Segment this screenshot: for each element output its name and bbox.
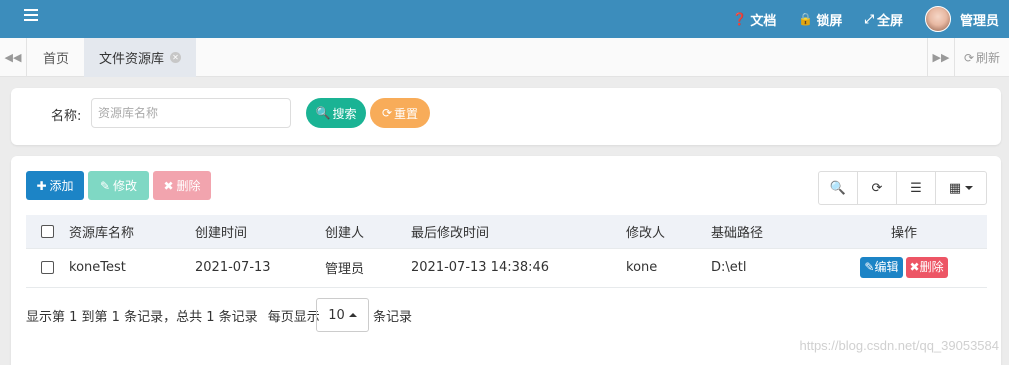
tab-file-repository[interactable]: 文件资源库 ✕ [84,38,197,77]
column-header[interactable]: 创建时间 [195,215,325,248]
fullscreen-label: 全屏 [876,13,903,29]
page-size-value: 10 [328,307,345,323]
cell-path: D:\etl [711,247,821,288]
edit-icon: ✎ [864,260,875,274]
docs-label: 文档 [750,13,777,29]
select-all-checkbox[interactable] [41,224,54,238]
cell-modified: 2021-07-13 14:38:46 [411,247,626,288]
close-icon: ✖ [909,260,920,274]
per-page-suffix: 条记录 [373,310,413,325]
scroll-left-button[interactable]: ◀◀ [0,38,27,77]
column-header[interactable]: 最后修改时间 [411,215,626,248]
refresh-icon: ⟳ [381,106,393,120]
scroll-right-button[interactable]: ▶▶ [927,38,954,77]
cell-actions: ✎编辑 ✖删除 [821,247,987,288]
tab-bar: ◀◀ 首页 文件资源库 ✕ ▶▶ ⟳ 刷新 [0,38,1009,77]
cell-name: koneTest [69,247,195,288]
plus-icon: ✚ [36,178,47,193]
question-circle-icon: ❓ [732,12,748,26]
pagination-summary: 显示第 1 到第 1 条记录，总共 1 条记录 [26,310,258,325]
user-name: 管理员 [959,13,999,29]
tab-home-label: 首页 [43,52,70,67]
per-page-prefix: 每页显示 [267,310,320,325]
search-button[interactable]: 🔍 搜索 [306,98,366,128]
refresh-table-button[interactable]: ⟳ [858,172,897,204]
cell-creator: 管理员 [325,247,411,288]
row-delete-label: 删除 [919,260,944,274]
edit-icon: ✎ [99,178,111,193]
cell-modifier: kone [626,247,711,288]
column-header[interactable]: 创建人 [325,215,411,248]
search-button-label: 搜索 [332,106,357,121]
toggle-search-button[interactable]: 🔍 [819,172,858,204]
grid-icon: ▦ [948,180,962,196]
lock-icon: 🔒 [798,12,814,26]
table-tools: 🔍 ⟳ ☰ ▦ [818,171,987,205]
column-header[interactable]: 基础路径 [711,215,821,248]
expand-icon: ⤢ [864,11,874,26]
refresh-label: 刷新 [976,51,1001,65]
tab-list: 首页 文件资源库 ✕ [28,38,197,77]
table-panel: ✚ 添加 ✎ 修改 ✖ 删除 🔍 ⟳ ☰ ▦ 资源库名称 创建时间 创建人 最后… [11,156,1001,365]
refresh-tab-button[interactable]: ⟳ 刷新 [954,38,1009,77]
close-icon[interactable]: ✕ [170,52,182,63]
toggle-view-button[interactable]: ☰ [897,172,936,204]
docs-link[interactable]: ❓ 文档 [732,10,776,29]
menu-toggle-icon[interactable] [24,9,38,23]
edit-button[interactable]: ✎ 修改 [88,171,149,200]
fullscreen-link[interactable]: ⤢ 全屏 [864,10,903,29]
watermark: https://blog.csdn.net/qq_39053584 [799,338,1000,353]
table-row[interactable]: koneTest 2021-07-13 管理员 2021-07-13 14:38… [26,247,987,288]
row-delete-button[interactable]: ✖删除 [905,257,948,278]
page-size-select[interactable]: 10 [316,298,369,332]
column-header[interactable]: 修改人 [626,215,711,248]
lock-label: 锁屏 [816,13,843,29]
backward-icon: ◀◀ [4,51,22,64]
refresh-icon: ⟳ [871,180,883,196]
add-button-label: 添加 [49,179,74,193]
cell-created: 2021-07-13 [195,247,325,288]
column-header: 操作 [821,215,987,248]
search-icon: 🔍 [315,106,331,120]
columns-button[interactable]: ▦ [936,172,986,204]
search-label: 名称: [51,109,82,124]
chevron-down-icon [965,186,974,190]
row-edit-button[interactable]: ✎编辑 [860,257,903,278]
chevron-up-icon [348,313,357,317]
lock-screen-link[interactable]: 🔒 锁屏 [798,10,842,29]
pagination-info: 显示第 1 到第 1 条记录，总共 1 条记录 每页显示 [26,306,320,325]
row-checkbox[interactable] [41,261,54,274]
top-nav-menu: ❓ 文档 🔒 锁屏 ⤢ 全屏 管理员 [732,0,1009,38]
user-menu[interactable]: 管理员 [924,6,999,32]
search-icon: 🔍 [829,180,847,196]
add-button[interactable]: ✚ 添加 [26,171,84,200]
delete-button[interactable]: ✖ 删除 [153,171,211,200]
search-panel: 名称: 🔍 搜索 ⟳ 重置 [11,88,1001,145]
forward-icon: ▶▶ [932,51,950,64]
tab-home[interactable]: 首页 [28,38,84,77]
close-icon: ✖ [163,178,174,193]
avatar [924,6,951,32]
repository-name-input[interactable] [91,98,291,128]
top-navbar: ❓ 文档 🔒 锁屏 ⤢ 全屏 管理员 [0,0,1009,38]
list-icon: ☰ [910,180,922,196]
column-header[interactable]: 资源库名称 [69,215,195,248]
table-header-row: 资源库名称 创建时间 创建人 最后修改时间 修改人 基础路径 操作 [26,215,987,248]
reset-button-label: 重置 [394,106,419,121]
delete-button-label: 删除 [176,179,201,193]
row-edit-label: 编辑 [874,260,899,274]
refresh-icon: ⟳ [963,50,975,65]
repository-table: 资源库名称 创建时间 创建人 最后修改时间 修改人 基础路径 操作 koneTe… [26,215,987,288]
reset-button[interactable]: ⟳ 重置 [370,98,430,128]
edit-button-label: 修改 [113,179,138,193]
tab-file-repository-label: 文件资源库 [99,52,165,67]
